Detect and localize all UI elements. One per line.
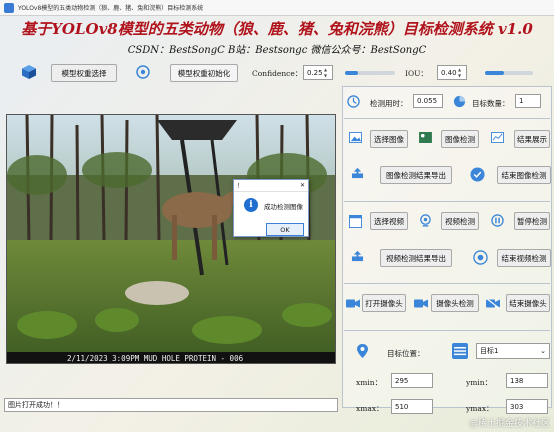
author-subtitle: CSDN：BestSongC B站：Bestsongc 微信公众号：BestSo… <box>127 45 427 56</box>
chevron-down-icon: ⌄ <box>540 347 546 355</box>
camera-trap-image: 2/11/2023 3:09PM MUD HOLE PROTEIN - 006 <box>7 115 335 363</box>
time-label: 检测用时： <box>370 99 408 108</box>
target-select[interactable]: 目标1 ⌄ <box>476 343 550 359</box>
confidence-label: Confidence： <box>252 69 303 78</box>
location-icon <box>355 344 369 358</box>
app-icon <box>4 2 14 13</box>
confidence-slider[interactable] <box>345 71 395 75</box>
iou-spinbox[interactable]: 0.40 ▲ ▼ <box>437 65 467 80</box>
upload-icon <box>350 166 364 180</box>
upload-icon <box>350 249 364 263</box>
dialog-title-bar: ！ ✕ <box>234 180 308 192</box>
main-title: 基于YOLOv8模型的五类动物（狼、鹿、猪、兔和浣熊）目标检测系统 v1.0 <box>21 20 533 38</box>
time-field[interactable]: 0.055 <box>413 94 443 108</box>
status-text: 图片打开成功！！ <box>8 401 64 409</box>
select-image-button[interactable]: 选择图像 <box>370 130 408 148</box>
stop-image-detection-button[interactable]: 结束图像检测 <box>497 166 551 184</box>
pie-chart-icon <box>452 94 466 108</box>
divider <box>344 118 550 119</box>
target-icon <box>134 63 152 81</box>
detect-camera-button[interactable]: 摄像头检测 <box>431 294 479 312</box>
stop-video-detection-button[interactable]: 结束视频检测 <box>497 249 551 267</box>
message-dialog: ！ ✕ i 成功检测图像 OK <box>233 179 309 237</box>
image-detect-icon <box>418 130 432 144</box>
ok-button[interactable]: OK <box>266 223 304 236</box>
video-file-icon <box>348 214 362 228</box>
watermark: @稀土掘金技术社区 <box>468 419 550 429</box>
dialog-title: ！ <box>237 183 244 190</box>
dialog-message: 成功检测图像 <box>264 203 303 211</box>
xmin-label: xmin： <box>356 378 383 387</box>
ymax-label: ymax： <box>466 404 494 413</box>
confidence-spinbox[interactable]: 0.25 ▲ ▼ <box>303 65 333 80</box>
line-chart-icon <box>490 130 504 144</box>
ymax-field[interactable]: 303 <box>506 399 548 414</box>
info-icon: i <box>244 198 258 212</box>
export-image-result-button[interactable]: 图像检测结果导出 <box>380 166 452 184</box>
stop-circle-icon <box>472 249 488 265</box>
export-video-result-button[interactable]: 视频检测结果导出 <box>380 249 452 267</box>
ymin-field[interactable]: 138 <box>506 373 548 388</box>
iou-value: 0.40 <box>441 68 457 77</box>
clock-icon <box>346 94 360 108</box>
xmax-label: xmax： <box>356 404 384 413</box>
target-position-label: 目标位置： <box>387 349 425 358</box>
xmax-field[interactable]: 510 <box>391 399 433 414</box>
init-weights-button[interactable]: 模型权重初始化 <box>170 64 238 82</box>
ymin-label: ymin： <box>466 378 493 387</box>
check-circle-icon <box>469 166 485 182</box>
iou-label: IOU： <box>405 69 428 78</box>
detect-image-button[interactable]: 图像检测 <box>441 130 479 148</box>
count-label: 目标数量： <box>472 99 510 108</box>
window-title: YOLOv8模型的五类动物检测（狼、鹿、猪、兔和浣熊）目标检测系统 <box>18 5 204 12</box>
image-icon <box>348 130 362 144</box>
xmin-field[interactable]: 295 <box>391 373 433 388</box>
iou-slider-fill <box>485 71 505 75</box>
status-bar: 图片打开成功！！ <box>4 398 338 412</box>
confidence-value: 0.25 <box>307 68 323 77</box>
pause-icon <box>490 213 504 227</box>
window-title-bar: YOLOv8模型的五类动物检测（狼、鹿、猪、兔和浣熊）目标检测系统 <box>0 0 554 16</box>
target-select-value: 目标1 <box>480 347 499 355</box>
camera-off-icon <box>486 296 500 310</box>
camera-icon <box>346 296 360 310</box>
divider <box>344 330 550 331</box>
spin-arrows-icon[interactable]: ▲ ▼ <box>324 67 331 78</box>
close-icon[interactable]: ✕ <box>300 182 305 189</box>
image-timestamp: 2/11/2023 3:09PM MUD HOLE PROTEIN - 006 <box>67 354 244 363</box>
pause-detection-button[interactable]: 暂停检测 <box>514 212 550 230</box>
open-camera-button[interactable]: 打开摄像头 <box>362 294 406 312</box>
spin-arrows-icon[interactable]: ▲ ▼ <box>458 67 465 78</box>
list-icon <box>452 343 468 359</box>
detect-video-button[interactable]: 视频检测 <box>441 212 479 230</box>
show-result-button[interactable]: 结果展示 <box>514 130 550 148</box>
video-detect-icon <box>418 213 432 227</box>
select-video-button[interactable]: 选择视频 <box>370 212 408 230</box>
video-camera-icon <box>414 296 428 310</box>
count-field[interactable]: 1 <box>515 94 541 108</box>
iou-slider[interactable] <box>485 71 533 75</box>
select-weights-button[interactable]: 模型权重选择 <box>51 64 117 82</box>
cube-icon <box>20 63 38 81</box>
image-display: 2/11/2023 3:09PM MUD HOLE PROTEIN - 006 <box>6 114 336 364</box>
divider <box>344 283 550 284</box>
stop-camera-button[interactable]: 结束摄像头 <box>506 294 550 312</box>
confidence-slider-fill <box>345 71 358 75</box>
divider <box>344 201 550 202</box>
